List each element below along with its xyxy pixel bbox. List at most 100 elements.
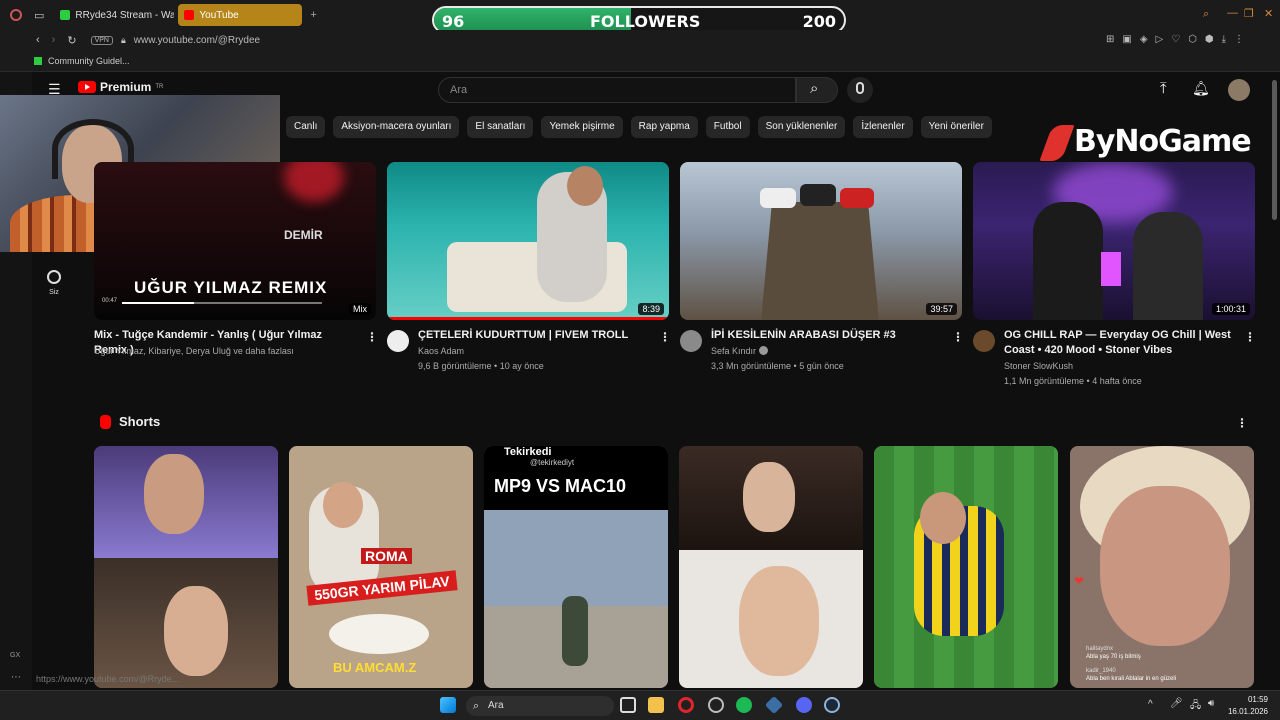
channel-avatar[interactable] xyxy=(973,330,995,352)
short-face xyxy=(920,492,966,544)
shorts-menu-icon[interactable]: ⋮ xyxy=(1236,416,1248,430)
vpn-badge[interactable]: VPN xyxy=(90,35,113,45)
short-thumbnail[interactable]: ROMA 550GR YARIM PİLAV BU AMCAM.Z xyxy=(289,446,473,688)
short-thumbnail[interactable] xyxy=(94,446,278,688)
sidebar-more-icon[interactable]: ⋯ xyxy=(11,672,21,683)
chip-recent[interactable]: Son yüklenenler xyxy=(757,116,846,138)
youtube-logo[interactable]: Premium TR xyxy=(78,80,163,94)
app-icon[interactable] xyxy=(708,697,724,713)
thumb-glow xyxy=(284,162,344,202)
chip-football[interactable]: Futbol xyxy=(705,116,750,138)
tray-network-icon[interactable]: 🖧 xyxy=(1190,698,1201,715)
thumb-figure-left xyxy=(1033,202,1103,320)
short-face xyxy=(323,482,363,528)
video-menu-icon[interactable]: ⋮ xyxy=(659,330,671,344)
reload-icon[interactable]: ↻ xyxy=(67,34,76,47)
new-tab-button[interactable]: + xyxy=(310,9,316,21)
restore-icon[interactable]: ❐ xyxy=(1244,7,1254,20)
task-view-icon[interactable] xyxy=(620,697,636,713)
video-channel[interactable]: Uğur Yılmaz, Kibariye, Derya Uluğ ve dah… xyxy=(94,344,364,359)
chip-cooking[interactable]: Yemek pişirme xyxy=(541,116,623,138)
sidebar-gx-icon[interactable]: GX xyxy=(10,652,20,659)
upload-icon[interactable]: ⤒ xyxy=(1160,80,1167,97)
short-thumbnail[interactable] xyxy=(679,446,863,688)
tray-volume-icon[interactable]: 🔊︎ xyxy=(1208,698,1214,709)
extension-icons[interactable]: ⊞▣◈▷♡⬡⬢⤓⋮ xyxy=(1106,34,1252,45)
chip-watched[interactable]: İzlenenler xyxy=(853,116,913,138)
video-thumbnail[interactable]: 1:00:31 xyxy=(973,162,1255,320)
video-menu-icon[interactable]: ⋮ xyxy=(366,330,378,344)
video-thumbnail[interactable]: 39:57 xyxy=(680,162,962,320)
minimize-icon[interactable]: — xyxy=(1227,7,1238,19)
followers-goal: 200 xyxy=(802,12,836,31)
url-field[interactable]: www.youtube.com/@Rrydee xyxy=(134,35,260,46)
channel-avatar[interactable] xyxy=(387,330,409,352)
bynogame-logo-icon xyxy=(1039,124,1075,161)
video-menu-icon[interactable]: ⋮ xyxy=(952,330,964,344)
clock-date: 16.01.2026 xyxy=(1227,707,1268,716)
close-icon[interactable]: ✕ xyxy=(1264,7,1273,20)
short-thumbnail[interactable] xyxy=(874,446,1058,688)
video-channel[interactable]: Sefa Kındır xyxy=(711,344,756,359)
spotify-icon[interactable] xyxy=(736,697,752,713)
tray-mic-icon[interactable]: 🎤︎ xyxy=(1170,698,1183,709)
taskbar-clock[interactable]: 01:59 16.01.2026 xyxy=(1228,694,1268,718)
short-thumbnail[interactable]: ❤ halitaydnx Abla yaş 70 iş bitmiş kadir… xyxy=(1070,446,1254,688)
video-channel[interactable]: Kaos Adam xyxy=(418,344,464,359)
back-icon[interactable]: ‹ xyxy=(36,34,40,46)
address-bar: ‹ › ↻ VPN 🔒︎ www.youtube.com/@Rrydee ⊞▣◈… xyxy=(0,30,1280,50)
opera-gx-icon[interactable] xyxy=(678,697,694,713)
mix-time: 00:47 xyxy=(102,298,118,304)
video-menu-icon[interactable]: ⋮ xyxy=(1244,330,1256,344)
short-face-top xyxy=(743,462,795,532)
browser-menu-icon[interactable] xyxy=(10,9,22,21)
chip-crafts[interactable]: El sanatları xyxy=(467,116,534,138)
tray-chevron-icon[interactable]: ^ xyxy=(1148,699,1153,710)
voice-search-button[interactable] xyxy=(847,77,873,103)
sidebar-item-you[interactable]: Siz xyxy=(40,270,68,296)
taskbar-search[interactable]: ⌕ Ara xyxy=(466,696,614,716)
tab-youtube[interactable]: YouTube xyxy=(178,4,303,26)
video-meta: 1,1 Mn görüntüleme • 4 hafta önce xyxy=(1004,376,1142,386)
search-input[interactable]: Ara xyxy=(438,77,796,103)
search-button[interactable]: ⌕ xyxy=(796,77,838,103)
steam-icon[interactable] xyxy=(824,697,840,713)
windows-start-icon[interactable] xyxy=(440,697,456,713)
forward-icon[interactable]: › xyxy=(52,34,56,46)
page-scrollbar[interactable] xyxy=(1272,80,1277,220)
followers-current: 96 xyxy=(442,12,465,31)
video-channel[interactable]: Stoner SlowKush xyxy=(1004,359,1073,374)
video-title[interactable]: İPİ KESİLENİN ARABASI DÜŞER #3 xyxy=(711,328,947,343)
bookmark-community-guidelines[interactable]: Community Guidel... xyxy=(48,56,130,66)
workspaces-icon[interactable]: ▭ xyxy=(34,9,44,22)
chip-rap[interactable]: Rap yapma xyxy=(630,116,698,138)
short-face xyxy=(1100,486,1230,646)
chip-live[interactable]: Canlı xyxy=(286,116,326,138)
app-icon[interactable] xyxy=(764,695,784,715)
followers-label: FOLLOWERS xyxy=(590,12,701,31)
account-avatar[interactable] xyxy=(1228,79,1250,101)
thumb-figure-right xyxy=(1133,212,1203,320)
channel-avatar[interactable] xyxy=(680,330,702,352)
chip-new-suggestions[interactable]: Yeni öneriler xyxy=(920,116,992,138)
mic-icon xyxy=(856,82,864,94)
short-game-player xyxy=(562,596,588,666)
taskbar-search-text: Ara xyxy=(488,700,504,711)
video-thumbnail[interactable]: 8:39 xyxy=(387,162,669,320)
video-title[interactable]: ÇETELERİ KUDURTTUM | FIVEM TROLL xyxy=(418,328,654,343)
tab-stream[interactable]: RRyde34 Stream - Watch xyxy=(54,4,174,26)
clock-time: 01:59 xyxy=(1247,695,1268,704)
sponsor-logo: ByNoGame xyxy=(1039,124,1252,161)
short-comment-text-1: Abla yaş 70 iş bitmiş xyxy=(1086,654,1141,660)
search-tabs-icon[interactable]: ⌕ xyxy=(1203,8,1209,21)
short-handle-sub: @tekirkediyt xyxy=(530,458,575,467)
discord-icon[interactable] xyxy=(796,697,812,713)
file-explorer-icon[interactable] xyxy=(648,697,664,713)
thumb-subtext: DEMİR xyxy=(284,228,323,242)
chip-action-adventure[interactable]: Aksiyon-macera oyunları xyxy=(333,116,460,138)
video-title[interactable]: OG CHILL RAP — Everyday OG Chill | West … xyxy=(1004,328,1240,358)
video-duration: 1:00:31 xyxy=(1211,303,1250,315)
notifications-icon[interactable]: 🔔︎ xyxy=(1192,80,1210,97)
short-thumbnail[interactable]: Tekirkedi @tekirkediyt MP9 VS MAC10 xyxy=(484,446,668,688)
video-thumbnail[interactable]: DEMİR UĞUR YILMAZ REMIX 00:47 Mix xyxy=(94,162,376,320)
